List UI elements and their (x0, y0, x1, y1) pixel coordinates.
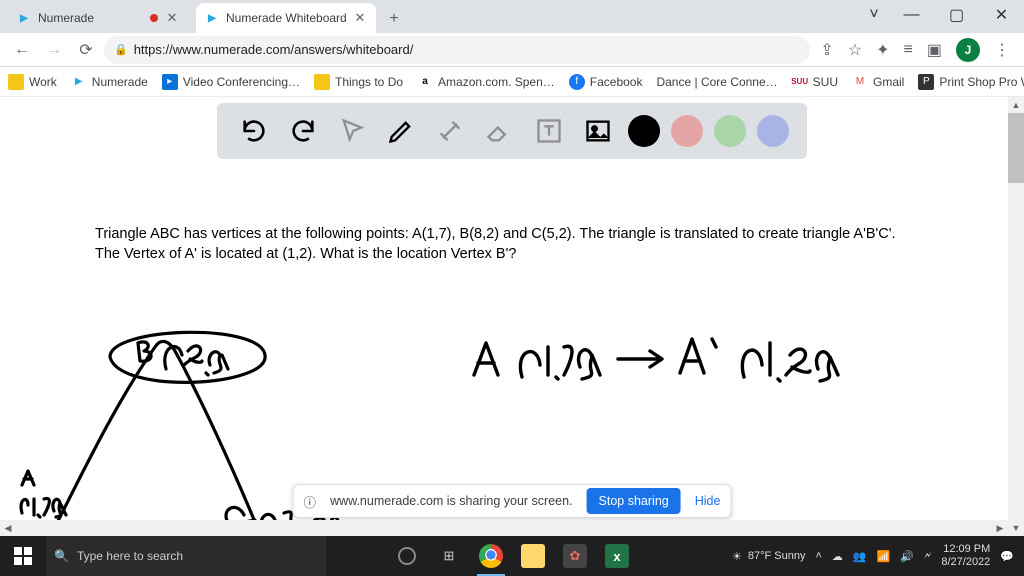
bookmarks-bar: Work ▶Numerade ▸Video Conferencing… Thin… (0, 67, 1024, 97)
taskbar-apps: ⊞ ✿ x (387, 536, 637, 576)
pen-button[interactable] (382, 112, 420, 150)
undo-button[interactable] (235, 112, 273, 150)
eraser-button[interactable] (480, 112, 518, 150)
task-view[interactable]: ⊞ (429, 536, 469, 576)
task-cortana[interactable] (387, 536, 427, 576)
scroll-thumb[interactable] (1008, 113, 1024, 183)
onedrive-icon[interactable]: ☁ (832, 550, 843, 563)
redo-button[interactable] (284, 112, 322, 150)
problem-line-2: The Vertex of A' is located at (1,2). Wh… (95, 245, 915, 265)
notifications-icon[interactable]: 💬 (1000, 550, 1014, 563)
tab-numerade[interactable]: ▶ Numerade ✕ (8, 3, 188, 33)
tab-label: Numerade Whiteboard (226, 11, 352, 25)
back-button[interactable]: ← (8, 36, 36, 64)
volume-icon[interactable]: 🔊 (900, 550, 914, 563)
screen-share-bar: ⓘ www.numerade.com is sharing your scree… (293, 484, 732, 518)
bookmark-amazon[interactable]: aAmazon.com. Spen… (417, 74, 555, 90)
scroll-left-icon[interactable]: ◀ (0, 520, 16, 536)
color-red[interactable] (671, 115, 703, 147)
taskbar-search[interactable]: 🔍 Type here to search (46, 536, 326, 576)
image-button[interactable] (579, 112, 617, 150)
address-bar: ← → ⟳ 🔒 https://www.numerade.com/answers… (0, 33, 1024, 67)
sun-icon: ☀ (732, 550, 742, 563)
task-chrome[interactable] (471, 536, 511, 576)
side-panel-icon[interactable]: ▣ (927, 40, 942, 60)
new-tab-button[interactable]: + (380, 5, 408, 33)
system-tray: ☀ 87°F Sunny ˄ ☁ 👥 📶 🔊 🗲 12:09 PM 8/27/2… (722, 543, 1024, 568)
star-icon[interactable]: ☆ (848, 40, 862, 60)
wifi-icon[interactable]: 📶 (877, 550, 891, 563)
horizontal-scrollbar[interactable]: ◀ ▶ (0, 520, 1008, 536)
windows-taskbar: 🔍 Type here to search ⊞ ✿ x ☀ 87°F Sunny… (0, 536, 1024, 576)
task-app[interactable]: ✿ (555, 536, 595, 576)
minimize-button[interactable]: — (889, 0, 934, 30)
bookmark-printshop[interactable]: PPrint Shop Pro Web… (918, 74, 1024, 90)
close-icon[interactable]: ✕ (164, 10, 180, 26)
bookmark-video-conf[interactable]: ▸Video Conferencing… (162, 74, 300, 90)
forward-button[interactable]: → (40, 36, 68, 64)
vertical-scrollbar[interactable]: ▲ ▼ (1008, 97, 1024, 536)
url-text: https://www.numerade.com/answers/whitebo… (134, 42, 414, 57)
extensions-icon[interactable]: ✦ (876, 40, 889, 60)
taskbar-clock[interactable]: 12:09 PM 8/27/2022 (941, 543, 990, 568)
scroll-up-icon[interactable]: ▲ (1008, 97, 1024, 113)
whiteboard-toolbar (217, 103, 807, 159)
bookmark-numerade[interactable]: ▶Numerade (71, 74, 148, 90)
bookmark-things-to-do[interactable]: Things to Do (314, 74, 403, 90)
color-green[interactable] (714, 115, 746, 147)
weather-widget[interactable]: ☀ 87°F Sunny (732, 550, 805, 563)
cursor-button[interactable] (333, 112, 371, 150)
bookmark-facebook[interactable]: fFacebook (569, 74, 643, 90)
people-icon[interactable]: 👥 (853, 550, 867, 563)
lock-icon: 🔒 (114, 43, 128, 56)
avatar[interactable]: J (956, 38, 980, 62)
reading-list-icon[interactable]: ≡ (904, 41, 913, 59)
tab-label: Numerade (38, 11, 150, 25)
task-explorer[interactable] (513, 536, 553, 576)
tab-whiteboard[interactable]: ▶ Numerade Whiteboard ✕ (196, 3, 376, 33)
numerade-icon: ▶ (16, 10, 32, 26)
share-icon[interactable]: ⇪ (820, 40, 833, 60)
tray-chevron-icon[interactable]: ˄ (815, 550, 821, 562)
window-controls: ˅ — ▢ ✕ (859, 0, 1024, 30)
tools-button[interactable] (431, 112, 469, 150)
start-button[interactable] (0, 536, 46, 576)
kebab-menu-icon[interactable]: ⋮ (994, 40, 1010, 60)
search-placeholder: Type here to search (77, 549, 183, 563)
stop-sharing-button[interactable]: Stop sharing (587, 488, 681, 514)
info-icon: ⓘ (304, 492, 317, 511)
task-excel[interactable]: x (597, 536, 637, 576)
bookmark-dance[interactable]: Dance | Core Conne… (656, 75, 777, 89)
omnibox[interactable]: 🔒 https://www.numerade.com/answers/white… (104, 36, 810, 64)
scroll-right-icon[interactable]: ▶ (992, 520, 1008, 536)
close-icon[interactable]: ✕ (352, 10, 368, 26)
hide-share-bar-button[interactable]: Hide (695, 494, 721, 508)
battery-icon[interactable]: 🗲 (924, 550, 931, 563)
maximize-button[interactable]: ▢ (934, 0, 979, 30)
problem-line-1: Triangle ABC has vertices at the followi… (95, 225, 915, 245)
color-black[interactable] (628, 115, 660, 147)
bookmark-work[interactable]: Work (8, 74, 57, 90)
close-window-button[interactable]: ✕ (979, 0, 1024, 30)
window-caret[interactable]: ˅ (859, 0, 889, 30)
reload-button[interactable]: ⟳ (72, 36, 100, 64)
scroll-down-icon[interactable]: ▼ (1008, 520, 1024, 536)
recording-icon (150, 14, 158, 22)
numerade-icon: ▶ (204, 10, 220, 26)
share-message: www.numerade.com is sharing your screen. (330, 494, 572, 508)
browser-titlebar: ▶ Numerade ✕ ▶ Numerade Whiteboard ✕ + ˅… (0, 0, 1024, 33)
page-content: Triangle ABC has vertices at the followi… (0, 97, 1024, 536)
problem-text: Triangle ABC has vertices at the followi… (95, 225, 915, 264)
bookmark-suu[interactable]: SUUSUU (792, 74, 838, 90)
color-blue[interactable] (757, 115, 789, 147)
text-button[interactable] (530, 112, 568, 150)
bookmark-gmail[interactable]: MGmail (852, 74, 904, 90)
search-icon: 🔍 (54, 549, 69, 563)
